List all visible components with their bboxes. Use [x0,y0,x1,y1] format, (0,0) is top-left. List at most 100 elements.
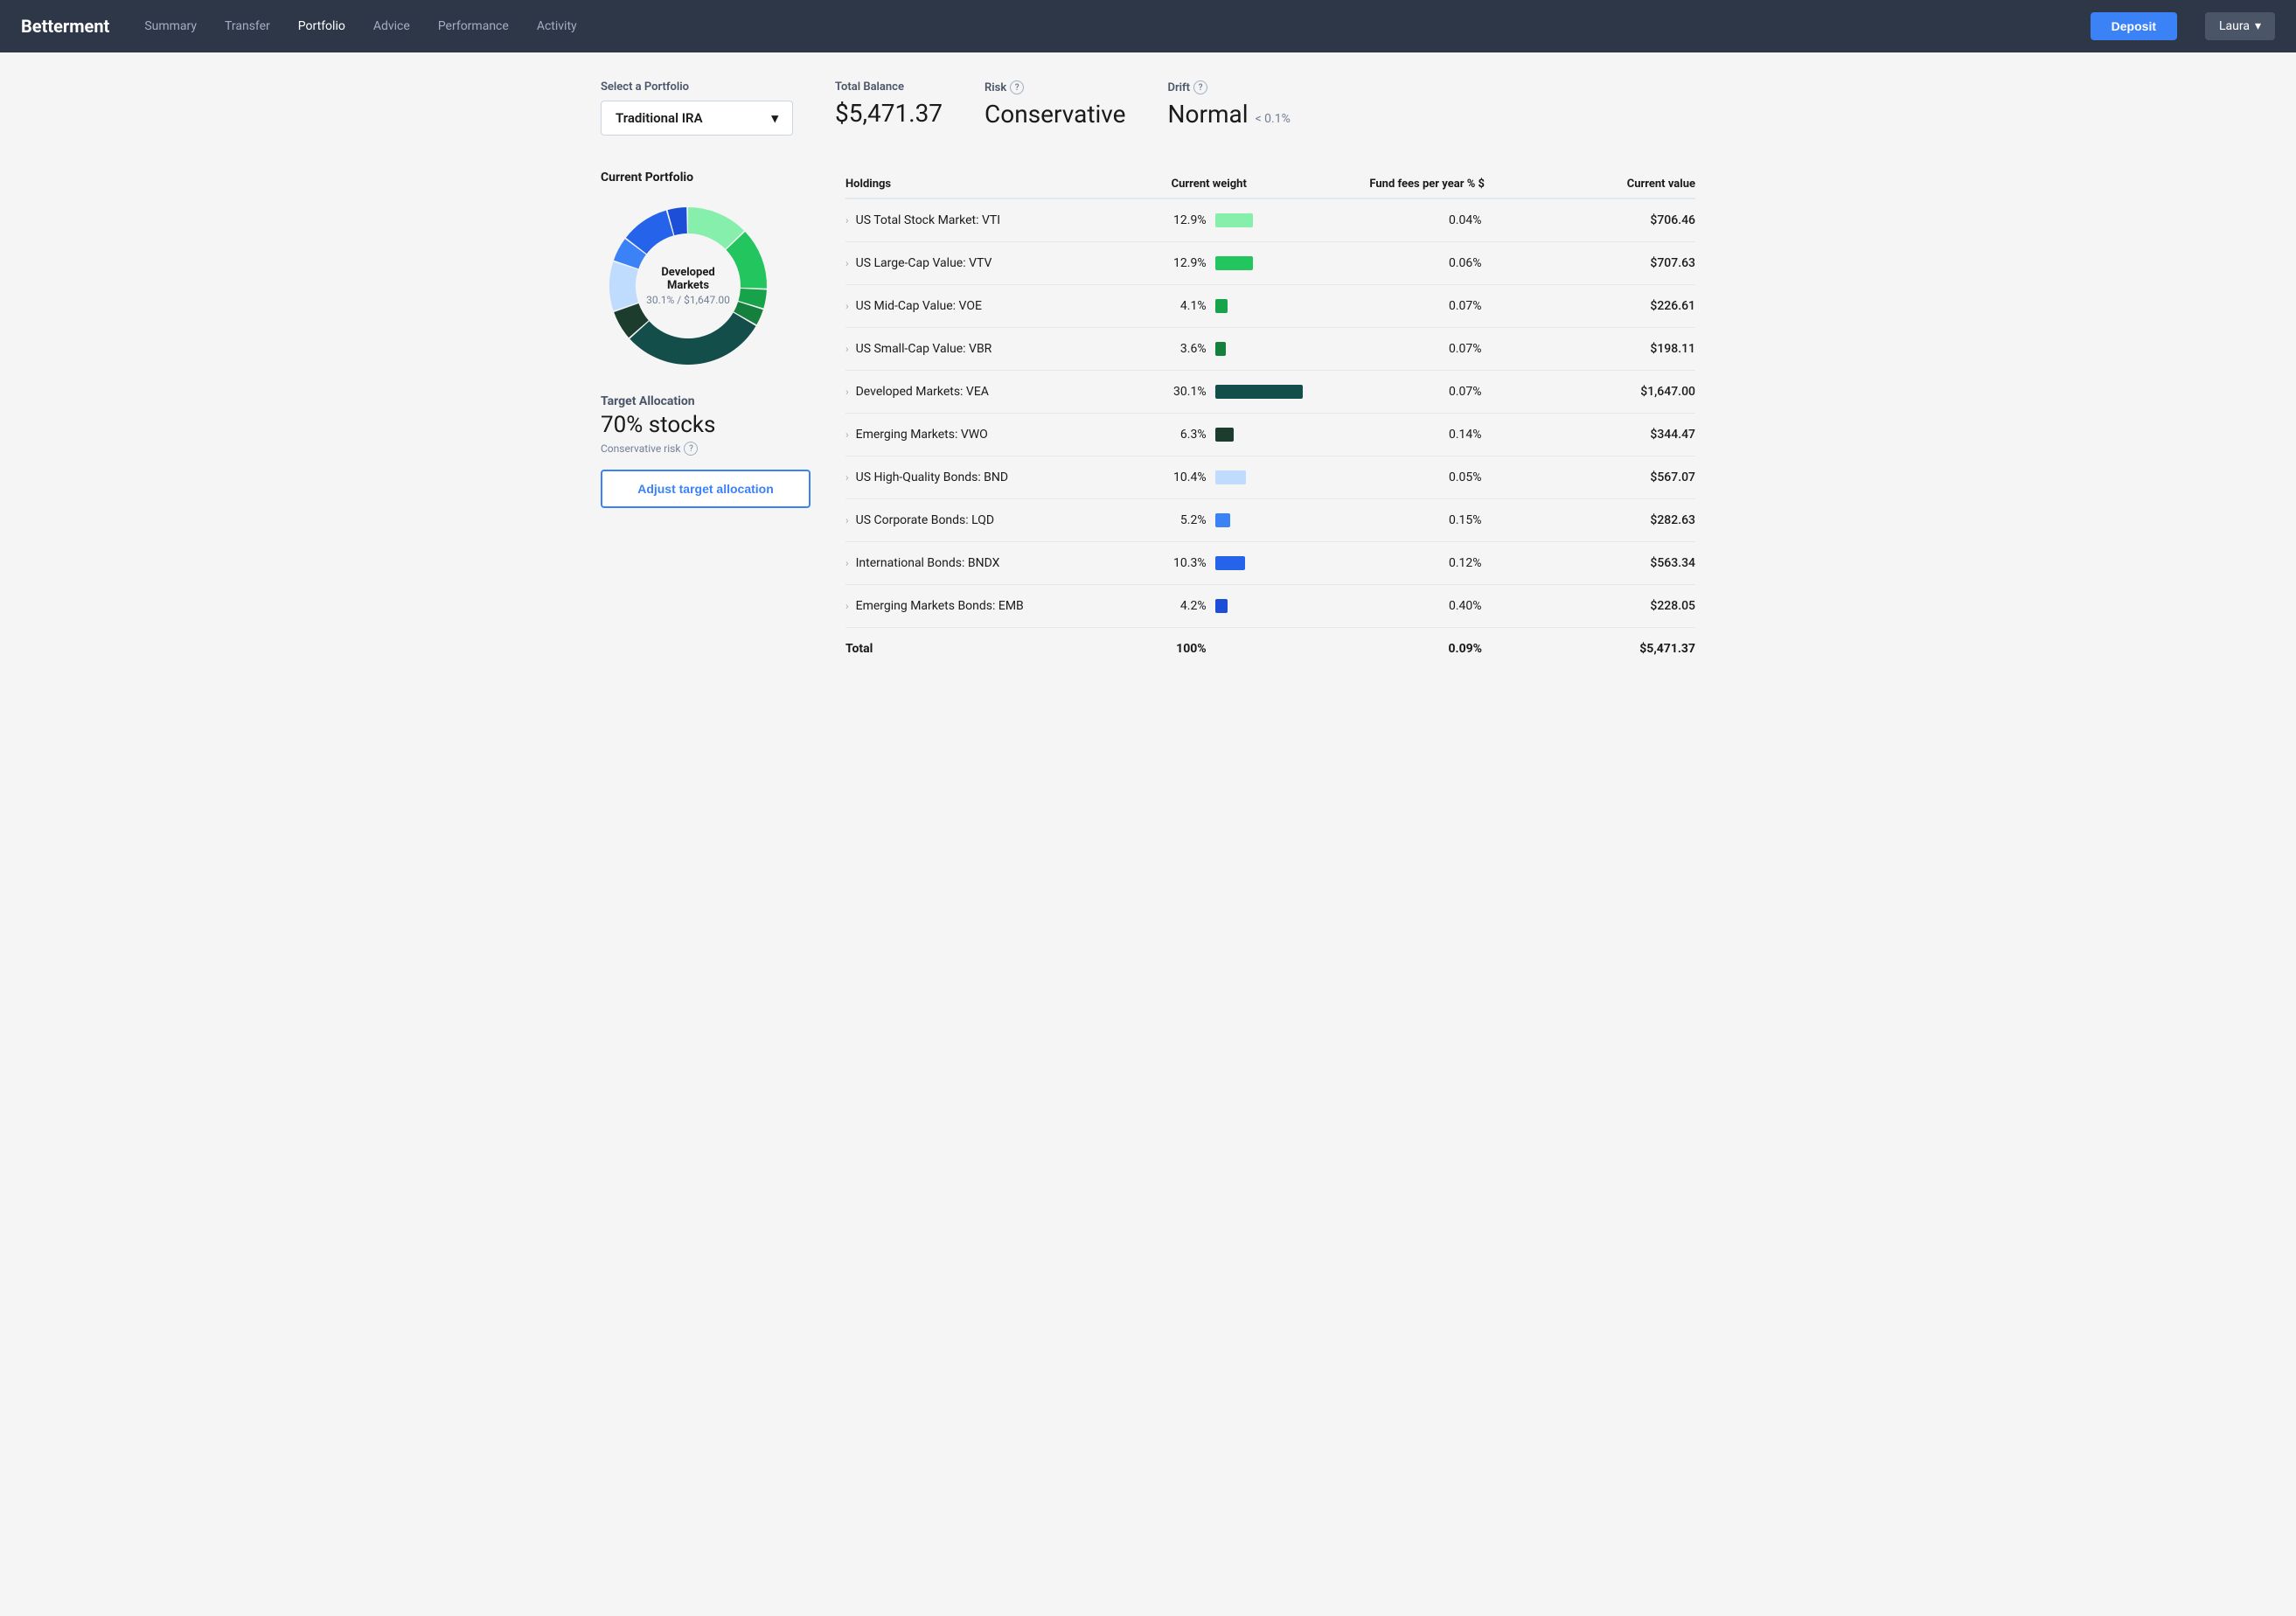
weight-pct-2: 4.1% [1172,299,1207,313]
weight-bar-container-7 [1215,512,1363,529]
nav-link-summary[interactable]: Summary [144,19,197,33]
weight-bar-3 [1215,342,1226,356]
table-row[interactable]: › US Total Stock Market: VTI 12.9% 0.04%… [845,199,1695,242]
nav-link-performance[interactable]: Performance [438,19,509,33]
target-risk-info-icon[interactable]: ? [684,442,698,456]
drift-info-icon[interactable]: ? [1193,80,1207,94]
expand-icon-9[interactable]: › [845,600,849,612]
expand-icon-5[interactable]: › [845,428,849,441]
drift-block: Drift ? Normal < 0.1% [1168,80,1291,129]
total-value: $5,471.37 [1568,642,1695,656]
nav-link-advice[interactable]: Advice [373,19,410,33]
risk-info-icon[interactable]: ? [1010,80,1024,94]
left-panel: Current Portfolio Developed Markets 30.1… [601,171,811,508]
holding-name-text-1: US Large-Cap Value: VTV [856,256,992,270]
weight-bar-8 [1215,556,1245,570]
value-cell-7: $282.63 [1568,513,1695,527]
total-row: Total 100% 0.09% $5,471.37 [845,628,1695,670]
fee-cell-9: 0.40% [1369,599,1561,613]
holdings-table: Holdings Current weight Fund fees per ye… [845,171,1695,670]
value-cell-5: $344.47 [1568,428,1695,442]
fee-cell-1: 0.06% [1369,256,1561,270]
holding-name-text-4: Developed Markets: VEA [856,385,989,399]
weight-pct-9: 4.2% [1172,599,1207,613]
value-cell-1: $707.63 [1568,256,1695,270]
expand-icon-1[interactable]: › [845,257,849,269]
nav-link-portfolio[interactable]: Portfolio [298,19,345,33]
user-chevron-icon: ▾ [2255,19,2261,33]
holding-name-text-8: International Bonds: BNDX [856,556,1000,570]
weight-cell-6: 10.4% [1172,469,1363,486]
donut-chart: Developed Markets 30.1% / $1,647.00 [601,199,776,373]
weight-bar-7 [1215,513,1230,527]
user-label: Laura [2219,19,2250,33]
holding-name-text-9: Emerging Markets Bonds: EMB [856,599,1024,613]
weight-cell-7: 5.2% [1172,512,1363,529]
weight-pct-1: 12.9% [1172,256,1207,270]
target-allocation-title: Target Allocation [601,394,811,408]
expand-icon-0[interactable]: › [845,214,849,226]
expand-icon-3[interactable]: › [845,343,849,355]
weight-cell-0: 12.9% [1172,212,1363,229]
col-weight: Current weight [1172,178,1363,191]
weight-cell-9: 4.2% [1172,597,1363,615]
expand-icon-8[interactable]: › [845,557,849,569]
weight-bar-0 [1215,213,1253,227]
value-cell-0: $706.46 [1568,213,1695,227]
deposit-button[interactable]: Deposit [2091,12,2177,40]
value-cell-4: $1,647.00 [1568,385,1695,399]
user-menu[interactable]: Laura ▾ [2205,12,2275,40]
donut-label-sub: 30.1% / $1,647.00 [646,294,730,306]
table-row[interactable]: › US Corporate Bonds: LQD 5.2% 0.15% $28… [845,499,1695,542]
portfolio-dropdown[interactable]: Traditional IRA ▾ [601,101,793,136]
adjust-allocation-button[interactable]: Adjust target allocation [601,470,811,508]
table-row[interactable]: › US Mid-Cap Value: VOE 4.1% 0.07% $226.… [845,285,1695,328]
expand-icon-6[interactable]: › [845,471,849,484]
donut-segment [609,261,638,310]
fee-cell-4: 0.07% [1369,385,1561,399]
weight-pct-0: 12.9% [1172,213,1207,227]
table-row[interactable]: › Emerging Markets Bonds: EMB 4.2% 0.40%… [845,585,1695,628]
weight-cell-3: 3.6% [1172,340,1363,358]
total-fee: 0.09% [1369,642,1561,656]
expand-icon-2[interactable]: › [845,300,849,312]
table-row[interactable]: › US Large-Cap Value: VTV 12.9% 0.06% $7… [845,242,1695,285]
weight-pct-5: 6.3% [1172,428,1207,442]
portfolio-selected: Traditional IRA [616,110,703,126]
weight-bar-2 [1215,299,1228,313]
fee-cell-7: 0.15% [1369,513,1561,527]
target-allocation-value: 70% stocks [601,412,811,438]
value-cell-6: $567.07 [1568,470,1695,484]
donut-label: Developed Markets 30.1% / $1,647.00 [646,266,730,306]
holding-name-5: › Emerging Markets: VWO [845,428,1165,442]
holding-name-text-3: US Small-Cap Value: VBR [856,342,992,356]
holding-name-0: › US Total Stock Market: VTI [845,213,1165,227]
weight-bar-container-8 [1215,554,1363,572]
weight-cell-1: 12.9% [1172,254,1363,272]
fee-cell-8: 0.12% [1369,556,1561,570]
col-fees: Fund fees per year % $ [1369,178,1561,191]
value-cell-8: $563.34 [1568,556,1695,570]
weight-pct-3: 3.6% [1172,342,1207,356]
expand-icon-4[interactable]: › [845,386,849,398]
fee-cell-5: 0.14% [1369,428,1561,442]
table-row[interactable]: › Developed Markets: VEA 30.1% 0.07% $1,… [845,371,1695,414]
table-row[interactable]: › International Bonds: BNDX 10.3% 0.12% … [845,542,1695,585]
target-allocation-risk: Conservative risk ? [601,442,811,456]
portfolio-chevron-icon: ▾ [771,110,778,126]
weight-bar-container-3 [1215,340,1363,358]
table-row[interactable]: › Emerging Markets: VWO 6.3% 0.14% $344.… [845,414,1695,456]
weight-bar-9 [1215,599,1228,613]
holding-name-text-0: US Total Stock Market: VTI [856,213,1000,227]
weight-bar-1 [1215,256,1253,270]
nav-link-transfer[interactable]: Transfer [225,19,270,33]
table-row[interactable]: › US High-Quality Bonds: BND 10.4% 0.05%… [845,456,1695,499]
holding-name-text-7: US Corporate Bonds: LQD [856,513,994,527]
donut-label-main: Developed [646,266,730,279]
nav-logo: Betterment [21,16,109,37]
expand-icon-7[interactable]: › [845,514,849,526]
risk-label-text: Conservative risk [601,442,680,455]
total-balance-value: $5,471.37 [835,99,943,128]
table-row[interactable]: › US Small-Cap Value: VBR 3.6% 0.07% $19… [845,328,1695,371]
nav-link-activity[interactable]: Activity [537,19,577,33]
